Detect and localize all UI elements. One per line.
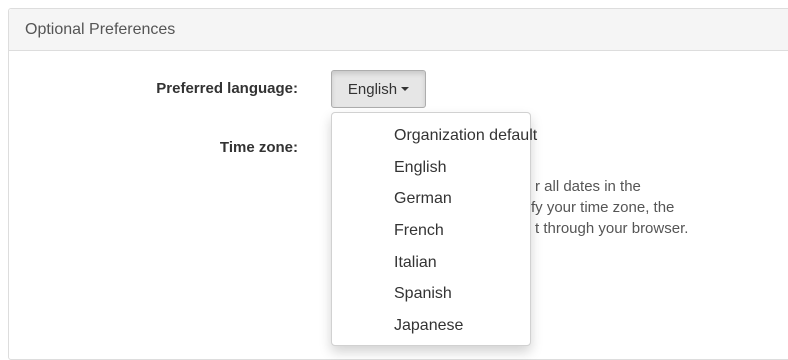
time-zone-help-text: r all dates in the fy your time zone, th… bbox=[517, 176, 688, 239]
panel-heading: Optional Preferences bbox=[9, 9, 788, 51]
language-option-italian[interactable]: Italian bbox=[372, 247, 530, 279]
help-line: fy your time zone, the bbox=[531, 199, 675, 216]
language-option-english[interactable]: English bbox=[372, 152, 530, 184]
language-option-german[interactable]: German bbox=[372, 183, 530, 215]
preferred-language-label: Preferred language: bbox=[156, 80, 298, 97]
language-option-spanish[interactable]: Spanish bbox=[372, 278, 530, 310]
language-dropdown-value: English bbox=[347, 80, 398, 98]
language-dropdown-menu: Organization default English German Fren… bbox=[331, 112, 537, 346]
language-option-japanese[interactable]: Japanese bbox=[372, 310, 530, 342]
language-option-french[interactable]: French bbox=[372, 215, 530, 247]
time-zone-label: Time zone: bbox=[219, 139, 298, 156]
help-line: t through your browser. bbox=[535, 220, 689, 237]
language-dropdown-button[interactable]: English bbox=[331, 70, 426, 108]
caret-down-icon bbox=[401, 87, 410, 91]
language-option-organization-default[interactable]: Organization default bbox=[372, 120, 537, 152]
help-line: r all dates in the bbox=[535, 178, 641, 195]
